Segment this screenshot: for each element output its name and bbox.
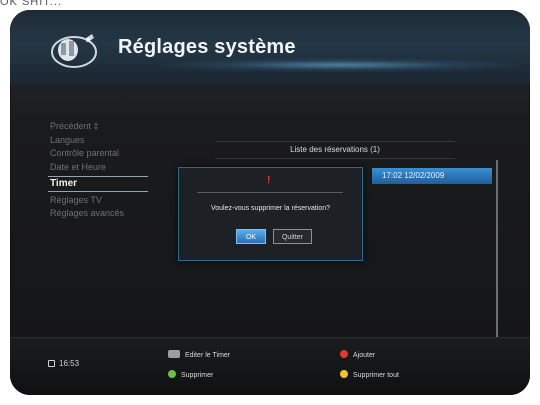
reservation-row-date: 17:02 12/02/2009 <box>382 171 445 180</box>
menu-item-parental-control[interactable]: Contrôle parental <box>48 147 168 161</box>
legend-delete-all-label: Supprimer tout <box>353 372 399 379</box>
red-button-icon <box>340 350 348 358</box>
tv-screen: Réglages système Précédent ‡ Langues Con… <box>10 10 530 395</box>
legend-delete: Supprimer <box>168 370 213 379</box>
settings-menu: Précédent ‡ Langues Contrôle parental Da… <box>48 120 168 221</box>
header-bar: Réglages système <box>10 10 530 85</box>
legend-delete-all: Supprimer tout <box>340 370 399 379</box>
menu-item-languages[interactable]: Langues <box>48 134 168 148</box>
menu-item-tv-settings[interactable]: Réglages TV <box>48 194 168 208</box>
confirm-dialog: ! Voulez-vous supprimer la réservation? … <box>178 167 363 261</box>
reservation-list-title: Liste des réservations (1) <box>290 145 380 154</box>
list-scrollbar[interactable] <box>496 160 498 340</box>
ok-button[interactable]: OK <box>236 229 266 244</box>
footer-bar: 16:53 Editer le Timer Ajouter Supprimer … <box>10 337 530 395</box>
list-divider-top <box>215 141 455 142</box>
dialog-message: Voulez-vous supprimer la réservation? <box>210 205 331 212</box>
menu-item-previous[interactable]: Précédent ‡ <box>48 120 168 134</box>
list-divider-bottom <box>215 158 455 159</box>
edit-key-icon <box>168 350 180 358</box>
clock: 16:53 <box>48 359 79 368</box>
page-title: Réglages système <box>118 36 296 58</box>
clock-icon <box>48 360 55 367</box>
menu-item-date-time[interactable]: Date et Heure <box>48 161 168 175</box>
menu-item-advanced-settings[interactable]: Réglages avancés <box>48 207 168 221</box>
quit-button[interactable]: Quitter <box>273 229 312 244</box>
dialog-divider <box>197 192 343 193</box>
warning-icon: ! <box>267 175 271 186</box>
satellite-logo-icon <box>51 34 97 68</box>
legend-edit-timer: Editer le Timer <box>168 350 230 359</box>
legend-add: Ajouter <box>340 350 375 359</box>
cropped-caption: OK SHIT... <box>0 0 62 8</box>
menu-item-timer[interactable]: Timer <box>48 176 148 192</box>
green-button-icon <box>168 370 176 378</box>
clock-time: 16:53 <box>59 359 80 368</box>
yellow-button-icon <box>340 370 348 378</box>
legend-edit-label: Editer le Timer <box>185 352 231 359</box>
legend-add-label: Ajouter <box>353 352 376 359</box>
header-glow <box>160 58 520 72</box>
legend-delete-label: Supprimer <box>181 372 214 379</box>
